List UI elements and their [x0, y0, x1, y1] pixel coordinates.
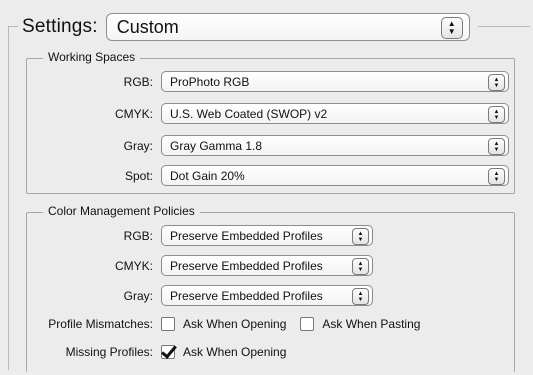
color-management-group: Color Management Policies RGB: Preserve …	[26, 204, 515, 372]
policy-rgb-select[interactable]: Preserve Embedded Profiles ▲ ▼	[161, 225, 373, 246]
working-gray-row: Gray: Gray Gamma 1.8 ▲ ▼	[27, 135, 509, 156]
working-cmyk-label: CMYK:	[114, 106, 153, 121]
policy-rgb-value: Preserve Embedded Profiles	[170, 229, 323, 243]
mismatch-ask-pasting[interactable]: Ask When Pasting	[300, 317, 420, 331]
color-management-title: Color Management Policies	[43, 204, 200, 218]
updown-arrows-icon: ▲ ▼	[352, 228, 369, 245]
mismatch-ask-pasting-checkbox[interactable]	[300, 317, 315, 331]
missing-ask-opening-label: Ask When Opening	[183, 345, 287, 359]
policy-rgb-label: RGB:	[123, 228, 153, 243]
updown-arrows-icon: ▲ ▼	[488, 138, 505, 155]
working-gray-select[interactable]: Gray Gamma 1.8 ▲ ▼	[161, 135, 509, 156]
policy-gray-value: Preserve Embedded Profiles	[170, 289, 323, 303]
working-rgb-row: RGB: ProPhoto RGB ▲ ▼	[27, 71, 509, 92]
settings-select[interactable]: Custom ▲ ▼	[105, 13, 470, 41]
working-spot-row: Spot: Dot Gain 20% ▲ ▼	[27, 165, 509, 186]
working-spot-value: Dot Gain 20%	[170, 169, 245, 183]
working-spaces-group: Working Spaces RGB: ProPhoto RGB ▲ ▼ CMYK…	[26, 50, 515, 194]
mismatch-ask-opening-checkbox[interactable]	[161, 317, 175, 331]
settings-header: Settings: Custom ▲ ▼	[18, 12, 478, 42]
updown-arrows-icon: ▲ ▼	[440, 17, 463, 39]
policy-cmyk-value: Preserve Embedded Profiles	[170, 259, 323, 273]
updown-arrows-icon: ▲ ▼	[488, 168, 505, 185]
working-cmyk-row: CMYK: U.S. Web Coated (SWOP) v2 ▲ ▼	[27, 103, 509, 124]
updown-arrows-icon: ▲ ▼	[352, 288, 369, 305]
settings-label: Settings:	[22, 16, 98, 37]
settings-select-value: Custom	[116, 17, 179, 37]
policy-cmyk-label: CMYK:	[114, 258, 153, 273]
mismatch-ask-opening[interactable]: Ask When Opening	[161, 317, 286, 331]
updown-arrows-icon: ▲ ▼	[488, 106, 505, 123]
missing-profiles-label: Missing Profiles:	[65, 345, 153, 359]
working-cmyk-value: U.S. Web Coated (SWOP) v2	[170, 107, 328, 121]
profile-mismatches-row: Profile Mismatches: Ask When Opening Ask…	[27, 317, 434, 331]
working-gray-label: Gray:	[123, 138, 153, 153]
working-rgb-select[interactable]: ProPhoto RGB ▲ ▼	[161, 71, 509, 92]
working-cmyk-select[interactable]: U.S. Web Coated (SWOP) v2 ▲ ▼	[161, 103, 509, 124]
working-spot-select[interactable]: Dot Gain 20% ▲ ▼	[161, 165, 509, 186]
working-gray-value: Gray Gamma 1.8	[170, 139, 263, 153]
missing-profiles-row: Missing Profiles: Ask When Opening	[27, 345, 300, 359]
updown-arrows-icon: ▲ ▼	[488, 74, 505, 91]
missing-ask-opening-checkbox[interactable]	[161, 345, 175, 359]
profile-mismatches-label: Profile Mismatches:	[48, 317, 153, 331]
working-spaces-title: Working Spaces	[43, 50, 141, 64]
mismatch-ask-pasting-label: Ask When Pasting	[322, 317, 421, 331]
policy-cmyk-row: CMYK: Preserve Embedded Profiles ▲ ▼	[27, 255, 373, 276]
working-rgb-value: ProPhoto RGB	[170, 75, 250, 89]
working-spot-label: Spot:	[124, 168, 153, 183]
updown-arrows-icon: ▲ ▼	[352, 258, 369, 275]
policy-gray-select[interactable]: Preserve Embedded Profiles ▲ ▼	[161, 285, 373, 306]
policy-gray-row: Gray: Preserve Embedded Profiles ▲ ▼	[27, 285, 373, 306]
policy-rgb-row: RGB: Preserve Embedded Profiles ▲ ▼	[27, 225, 373, 246]
working-rgb-label: RGB:	[123, 74, 153, 89]
policy-gray-label: Gray:	[123, 288, 153, 303]
policy-cmyk-select[interactable]: Preserve Embedded Profiles ▲ ▼	[161, 255, 373, 276]
mismatch-ask-opening-label: Ask When Opening	[183, 317, 287, 331]
missing-ask-opening[interactable]: Ask When Opening	[161, 345, 286, 359]
